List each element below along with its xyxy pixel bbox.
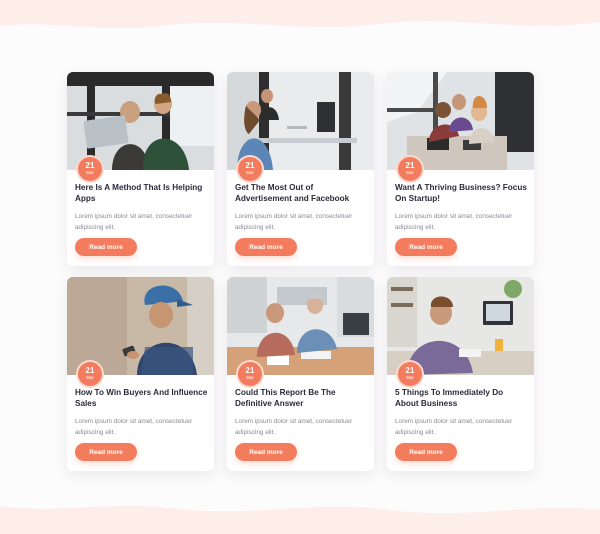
post-date-month: Mar — [86, 375, 94, 380]
post-date-day: 21 — [245, 366, 255, 375]
blog-card-grid: 21 Mar Here Is A Method That Is Helping … — [67, 72, 534, 471]
blog-card: 21 Mar How To Win Buyers And Influence S… — [67, 277, 214, 471]
read-more-button[interactable]: Read more — [75, 443, 137, 461]
blog-card: 21 Mar Here Is A Method That Is Helping … — [67, 72, 214, 266]
post-image — [67, 72, 214, 170]
post-date-month: Mar — [406, 375, 414, 380]
post-image — [227, 277, 374, 375]
post-excerpt: Lorem ipsum dolor sit amet, consectetuer… — [235, 418, 353, 436]
post-date-month: Mar — [86, 170, 94, 175]
post-image — [67, 277, 214, 375]
post-date-day: 21 — [85, 161, 95, 170]
post-excerpt: Lorem ipsum dolor sit amet, consectetuer… — [75, 418, 193, 436]
post-excerpt: Lorem ipsum dolor sit amet, consectetuer… — [235, 213, 353, 231]
post-date-badge: 21 Mar — [238, 362, 262, 386]
blog-card: 21 Mar Get The Most Out of Advertisement… — [227, 72, 374, 266]
post-date-day: 21 — [245, 161, 255, 170]
post-title[interactable]: Could This Report Be The Definitive Answ… — [235, 388, 368, 409]
read-more-button[interactable]: Read more — [395, 443, 457, 461]
post-date-badge: 21 Mar — [398, 157, 422, 181]
post-date-month: Mar — [246, 170, 254, 175]
post-date-badge: 21 Mar — [78, 362, 102, 386]
blog-card: 21 Mar 5 Things To Immediately Do About … — [387, 277, 534, 471]
post-title[interactable]: Want A Thriving Business? Focus On Start… — [395, 183, 528, 204]
bottom-wave-decoration — [0, 505, 600, 534]
post-date-month: Mar — [406, 170, 414, 175]
post-date-badge: 21 Mar — [398, 362, 422, 386]
post-excerpt: Lorem ipsum dolor sit amet, consectetuer… — [395, 418, 513, 436]
post-date-day: 21 — [85, 366, 95, 375]
post-date-day: 21 — [405, 366, 415, 375]
post-title[interactable]: 5 Things To Immediately Do About Busines… — [395, 388, 528, 409]
post-title[interactable]: Here Is A Method That Is Helping Apps — [75, 183, 208, 204]
post-date-badge: 21 Mar — [78, 157, 102, 181]
read-more-button[interactable]: Read more — [235, 443, 297, 461]
read-more-button[interactable]: Read more — [235, 238, 297, 256]
post-image — [387, 277, 534, 375]
post-title[interactable]: How To Win Buyers And Influence Sales — [75, 388, 208, 409]
read-more-button[interactable]: Read more — [75, 238, 137, 256]
blog-card: 21 Mar Want A Thriving Business? Focus O… — [387, 72, 534, 266]
top-wave-decoration — [0, 0, 600, 29]
post-date-badge: 21 Mar — [238, 157, 262, 181]
post-title[interactable]: Get The Most Out of Advertisement and Fa… — [235, 183, 368, 204]
post-image — [387, 72, 534, 170]
post-excerpt: Lorem ipsum dolor sit amet, consectetuer… — [75, 213, 193, 231]
post-image — [227, 72, 374, 170]
blog-card: 21 Mar Could This Report Be The Definiti… — [227, 277, 374, 471]
post-excerpt: Lorem ipsum dolor sit amet, consectetuer… — [395, 213, 513, 231]
post-date-month: Mar — [246, 375, 254, 380]
read-more-button[interactable]: Read more — [395, 238, 457, 256]
post-date-day: 21 — [405, 161, 415, 170]
